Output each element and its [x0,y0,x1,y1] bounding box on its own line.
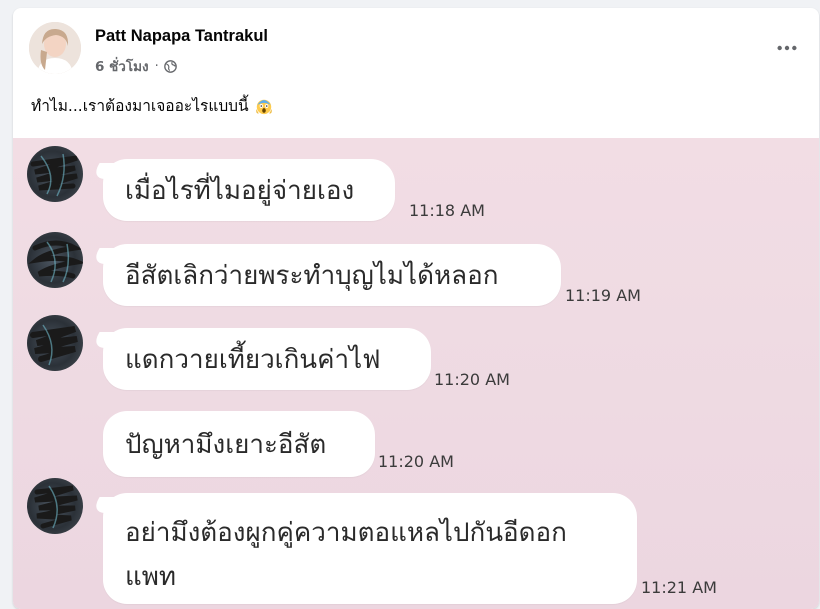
post-caption: ทำไม...เราต้องมาเจออะไรแบบนี้ [31,93,273,118]
message-time: 11:19 AM [565,286,641,305]
message-time: 11:20 AM [434,370,510,389]
post-card: Patt Napapa Tantrakul 6 ชั่วโมง · ทำไม..… [13,8,819,609]
message-time: 11:21 AM [641,578,717,597]
globe-icon[interactable] [163,59,177,73]
message-bubble: แดกวายเที้ยวเกินค่าไฟ [103,328,431,390]
message-text-line: แพท [125,562,177,592]
post-header: Patt Napapa Tantrakul 6 ชั่วโมง · ทำไม..… [13,8,819,138]
message-text: อีสัตเลิกว่ายพระทำบุญไมได้หลอก [125,260,499,291]
chat-avatar-scribbled [27,232,83,288]
post-meta: 6 ชั่วโมง · [95,56,177,76]
message-time: 11:20 AM [378,452,454,471]
message-text: เมื่อไรที่ไมอยู่จ่ายเอง [125,175,355,206]
message-text-line: อย่ามึงต้องผูกคู่ความตอแหลไปกันอีดอก [125,518,567,548]
author-name[interactable]: Patt Napapa Tantrakul [95,27,268,46]
more-options-icon [777,45,797,51]
chat-avatar-scribbled [27,146,83,202]
message-text: ปัญหามึงเยาะอีสัต [125,429,327,460]
author-avatar[interactable] [29,22,81,74]
chat-screenshot: เมื่อไรที่ไมอยู่จ่ายเอง 11:18 AM อีสัตเล… [13,138,819,609]
more-options-button[interactable] [771,32,803,64]
message-bubble: อีสัตเลิกว่ายพระทำบุญไมได้หลอก [103,244,561,306]
screaming-face-emoji [255,97,273,115]
message-bubble: เมื่อไรที่ไมอยู่จ่ายเอง [103,159,395,221]
caption-text: ทำไม...เราต้องมาเจออะไรแบบนี้ [31,97,249,115]
message-time: 11:18 AM [409,201,485,220]
meta-separator: · [154,58,159,74]
message-bubble: อย่ามึงต้องผูกคู่ความตอแหลไปกันอีดอก แพท [103,493,637,604]
chat-avatar-scribbled [27,478,83,534]
post-time[interactable]: 6 ชั่วโมง [95,55,149,77]
message-text: แดกวายเที้ยวเกินค่าไฟ [125,344,381,375]
message-bubble: ปัญหามึงเยาะอีสัต [103,411,375,477]
chat-avatar-scribbled [27,315,83,371]
